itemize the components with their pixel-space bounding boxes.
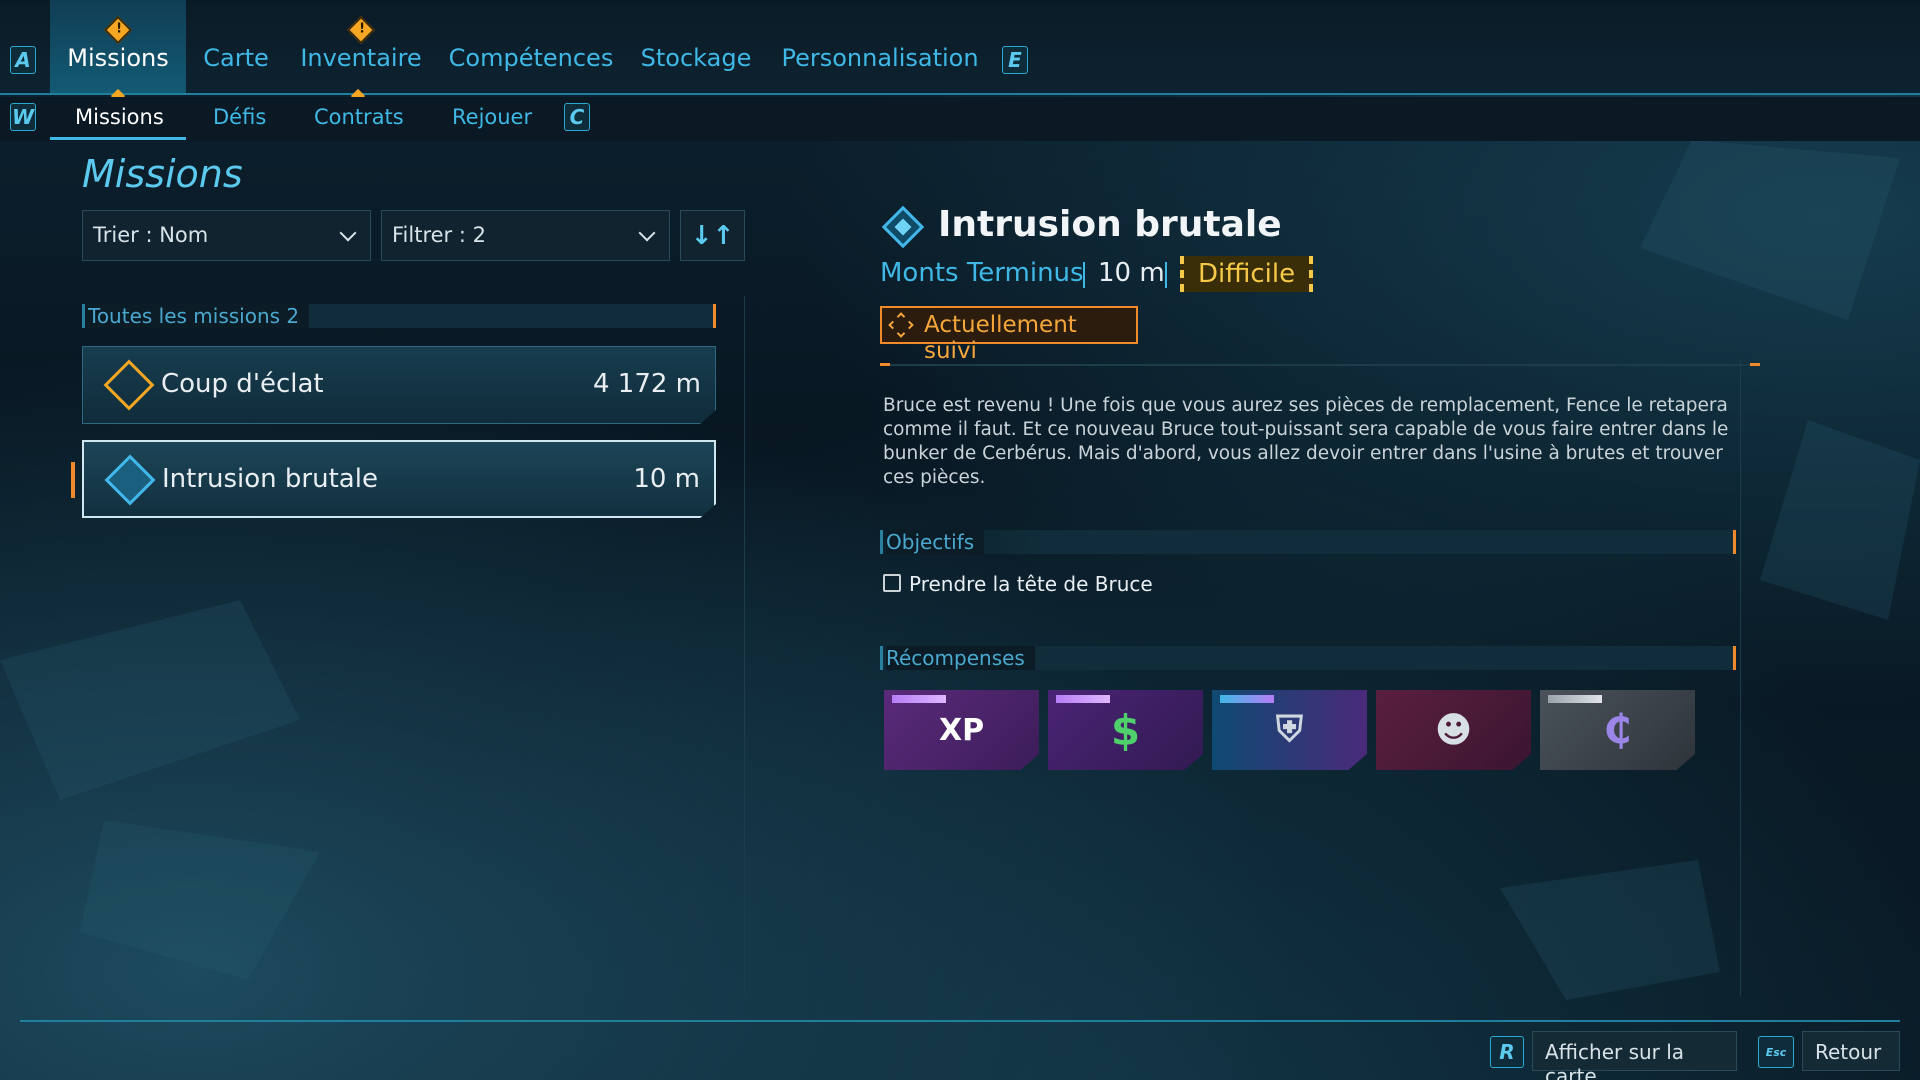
difficulty-badge: Difficile: [1180, 256, 1314, 292]
sort-label: Trier : Nom: [93, 223, 209, 247]
xp-icon: XP: [938, 712, 985, 748]
mission-side-icon: [104, 454, 156, 506]
divider-accent: [1750, 363, 1760, 366]
selected-marker: [71, 462, 75, 498]
rewards-label: Récompenses: [886, 646, 1035, 670]
key-hint-a: A: [10, 46, 36, 74]
mask-icon: ☻: [1434, 709, 1473, 751]
bottom-divider: [20, 1020, 1900, 1022]
header-bar: [82, 304, 85, 328]
reward-gear[interactable]: ⛨: [1212, 690, 1367, 770]
subtab-defis[interactable]: Défis: [213, 105, 266, 129]
mission-item-selected[interactable]: Intrusion brutale 10 m: [82, 440, 716, 518]
key-hint-r: R: [1490, 1036, 1524, 1068]
checkbox-icon: [883, 574, 901, 592]
reward-rarity-tag: [1220, 695, 1274, 703]
list-header-label: Toutes les missions 2: [88, 304, 310, 328]
objective-item: Prendre la tête de Bruce: [883, 572, 1153, 596]
header-bar: [880, 530, 883, 554]
mission-title: Intrusion brutale: [938, 204, 1282, 245]
tab-competences[interactable]: Compétences: [446, 0, 616, 93]
header-end-marker: [713, 304, 716, 328]
reward-cosmetic[interactable]: ☻: [1376, 690, 1531, 770]
subtab-underline: [50, 137, 186, 140]
chevron-down-icon: [638, 224, 656, 242]
column-divider: [1740, 360, 1741, 996]
tracked-badge: Actuellement suivi: [880, 306, 1138, 364]
back-button[interactable]: Retour: [1802, 1031, 1900, 1071]
page-title: Missions: [82, 152, 243, 196]
mission-location: Monts Terminus: [880, 258, 1084, 288]
chevron-down-icon: [339, 224, 357, 242]
mission-description: Bruce est revenu ! Une fois que vous aur…: [883, 395, 1729, 488]
header-end-marker: [1733, 530, 1736, 554]
mission-name: Coup d'éclat: [161, 369, 324, 399]
filter-label: Filtrer : 2: [392, 223, 486, 247]
reward-rarity-tag: [1548, 695, 1602, 703]
tab-stockage[interactable]: Stockage: [636, 0, 756, 93]
sub-tab-bar: W Missions Défis Contrats Rejouer C: [0, 97, 1920, 141]
mission-list-header: Toutes les missions 2: [82, 304, 716, 328]
header-end-marker: [1733, 646, 1736, 670]
reward-currency[interactable]: ₵: [1540, 690, 1695, 770]
filter-dropdown[interactable]: Filtrer : 2: [381, 210, 670, 261]
divider-accent: [880, 363, 890, 366]
mission-distance: 4 172 m: [592, 369, 701, 399]
key-hint-w: W: [10, 103, 36, 131]
reward-cash[interactable]: $: [1048, 690, 1203, 770]
cash-icon: $: [1110, 705, 1141, 755]
key-hint-esc: Esc: [1758, 1036, 1794, 1068]
meta-separator: [1083, 262, 1085, 288]
mission-distance: 10 m: [633, 464, 700, 494]
sort-dropdown[interactable]: Trier : Nom: [82, 210, 371, 261]
column-divider: [744, 296, 745, 996]
show-on-map-button[interactable]: Afficher sur la carte: [1532, 1031, 1737, 1080]
tracking-icon: [888, 312, 914, 338]
mission-item[interactable]: Coup d'éclat 4 172 m: [82, 346, 716, 424]
sort-order-button[interactable]: ↓↑: [680, 210, 745, 261]
objective-text: Prendre la tête de Bruce: [909, 572, 1153, 596]
meta-separator: [1165, 262, 1167, 288]
reward-xp[interactable]: XP: [884, 690, 1039, 770]
subtab-contrats[interactable]: Contrats: [314, 105, 404, 129]
detail-divider: [880, 364, 1760, 366]
key-hint-c: C: [564, 103, 590, 131]
mission-detail-distance: 10 m: [1098, 258, 1165, 288]
reward-rarity-tag: [892, 695, 946, 703]
currency-icon: ₵: [1603, 707, 1632, 753]
header-bar: [880, 646, 883, 670]
tab-carte[interactable]: Carte: [196, 0, 276, 93]
objectives-header: Objectifs: [880, 530, 1736, 554]
shield-icon: ⛨: [1275, 709, 1303, 750]
subtab-missions[interactable]: Missions: [75, 105, 164, 129]
rewards-header: Récompenses: [880, 646, 1736, 670]
tab-inventaire[interactable]: Inventaire: [296, 0, 426, 93]
subtab-rejouer[interactable]: Rejouer: [452, 105, 532, 129]
tab-personnalisation[interactable]: Personnalisation: [776, 0, 984, 93]
mission-name: Intrusion brutale: [162, 464, 378, 494]
mission-main-icon: [103, 359, 155, 411]
objectives-label: Objectifs: [886, 530, 985, 554]
reward-rarity-tag: [1056, 695, 1110, 703]
main-tab-bar: A Missions Carte Inventaire Compétences …: [0, 0, 1920, 104]
sort-arrows-icon: ↓↑: [690, 220, 735, 251]
tab-missions[interactable]: Missions: [50, 0, 186, 93]
key-hint-e: E: [1002, 46, 1028, 74]
